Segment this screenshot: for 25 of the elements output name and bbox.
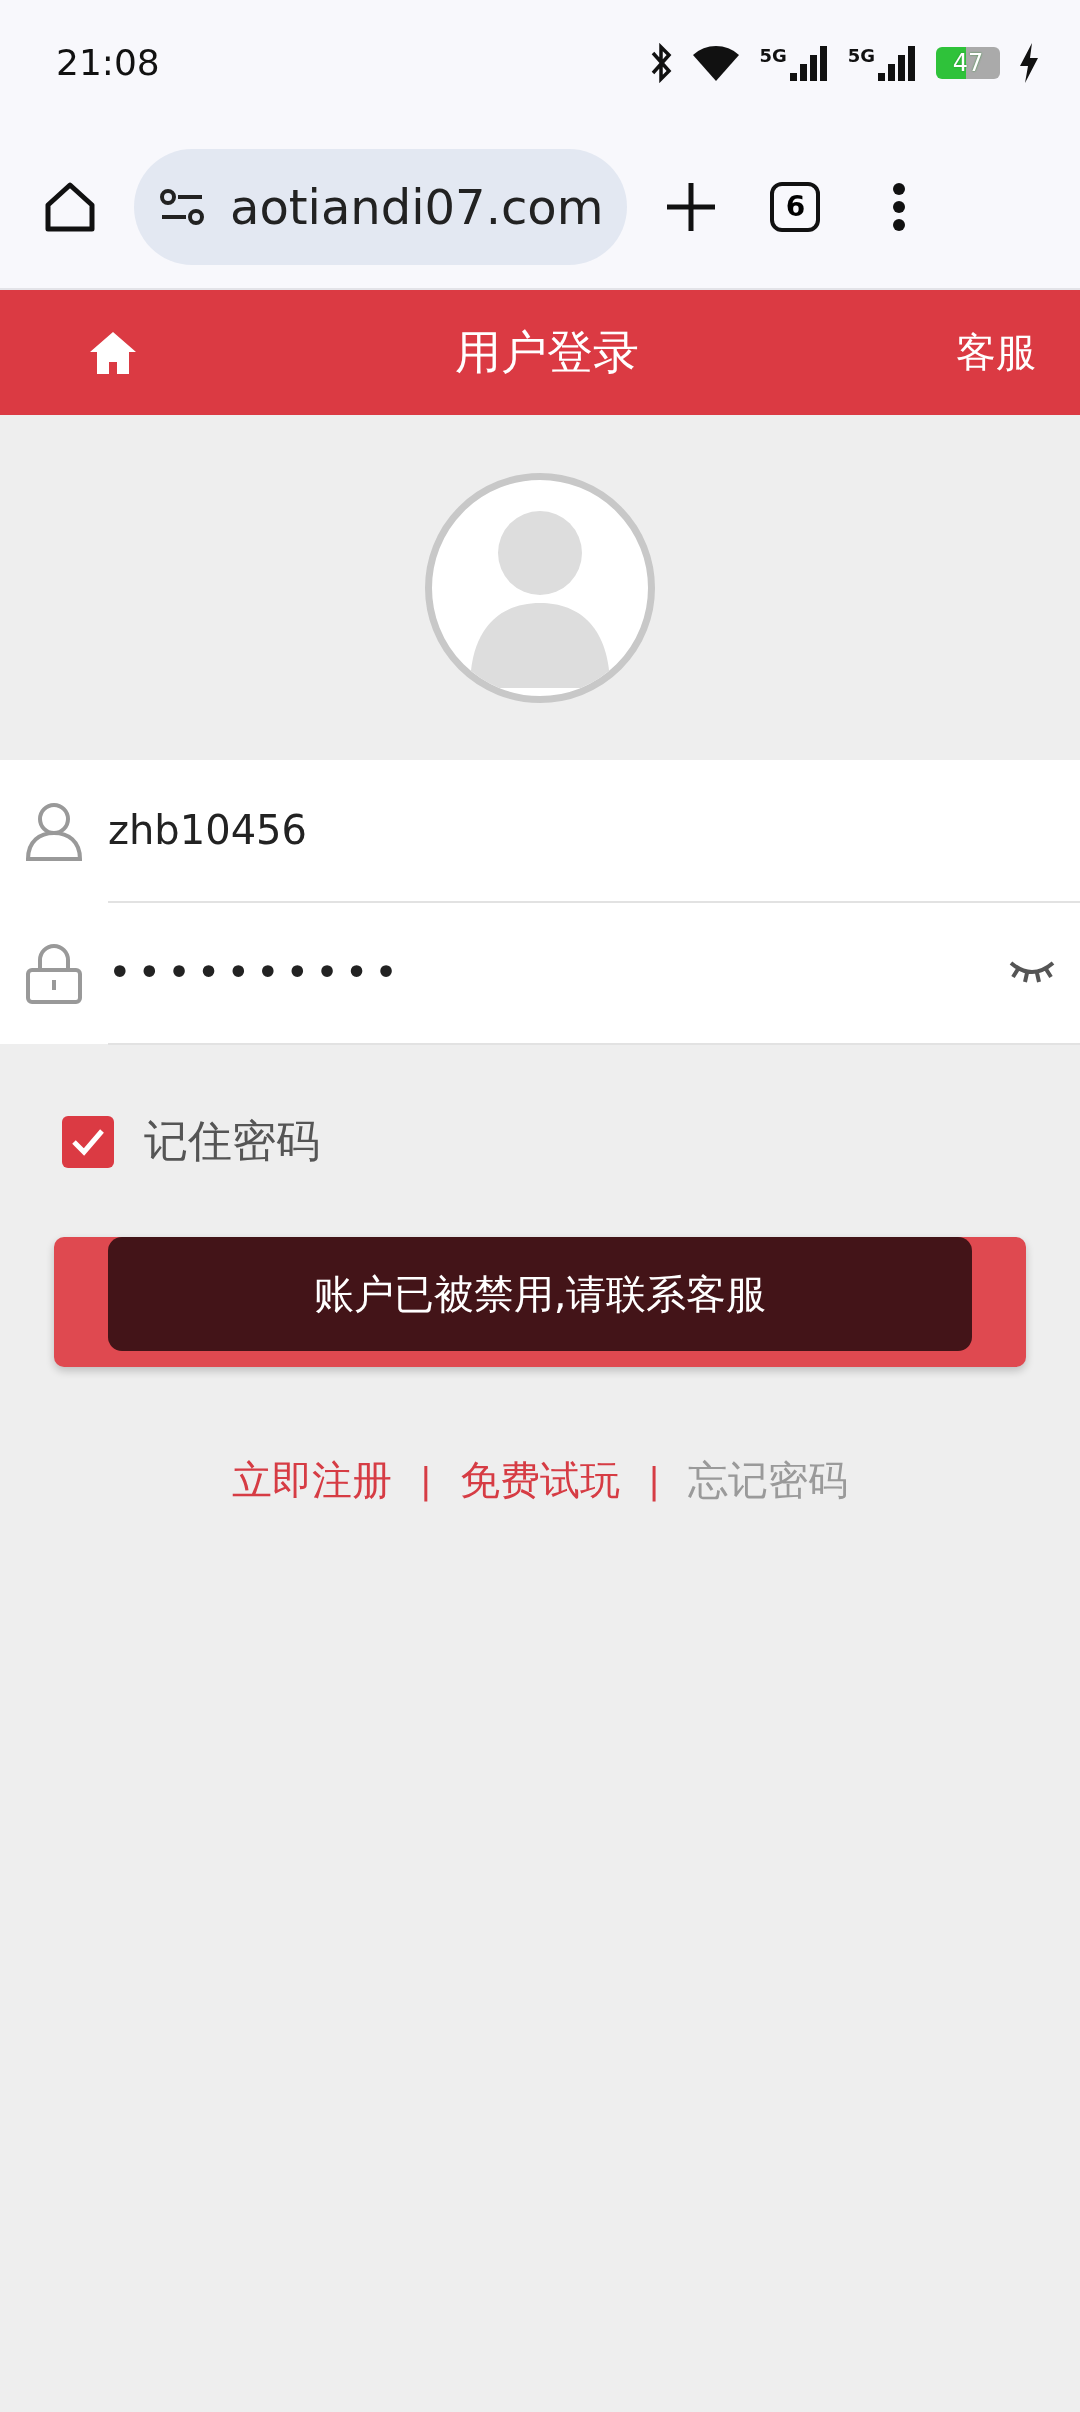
status-time: 21:08 bbox=[56, 42, 160, 83]
network-label: 5G bbox=[847, 44, 875, 66]
text-link[interactable]: 立即注册 bbox=[231, 1453, 392, 1508]
page-title: 用户登录 bbox=[455, 323, 639, 381]
remember-checkbox[interactable] bbox=[62, 1115, 114, 1168]
separator: | bbox=[648, 1460, 661, 1501]
signal-icon bbox=[789, 44, 830, 81]
eye-closed-icon[interactable] bbox=[1008, 959, 1056, 985]
url-text: aotiandi07.com bbox=[230, 178, 604, 235]
username-field[interactable]: zhb10456 bbox=[108, 759, 1080, 903]
site-settings-icon[interactable] bbox=[158, 186, 206, 227]
remember-label: 记住密码 bbox=[144, 1114, 320, 1168]
tab-count-button[interactable]: 6 bbox=[770, 181, 821, 232]
bluetooth-icon bbox=[649, 42, 674, 83]
toast-message: 账户已被禁用,请联系客服 bbox=[313, 1269, 767, 1319]
address-bar[interactable]: aotiandi07.com bbox=[134, 148, 628, 265]
customer-service-link[interactable]: 客服 bbox=[956, 325, 1036, 380]
password-field[interactable]: •••••••••• bbox=[108, 901, 1080, 1045]
lock-icon bbox=[24, 942, 84, 1004]
text-link[interactable]: 免费试玩 bbox=[460, 1453, 620, 1508]
network-label: 5G bbox=[759, 44, 787, 66]
user-icon bbox=[24, 801, 84, 861]
separator: | bbox=[419, 1460, 432, 1501]
signal-icon bbox=[878, 44, 918, 81]
charging-icon bbox=[1018, 42, 1040, 83]
